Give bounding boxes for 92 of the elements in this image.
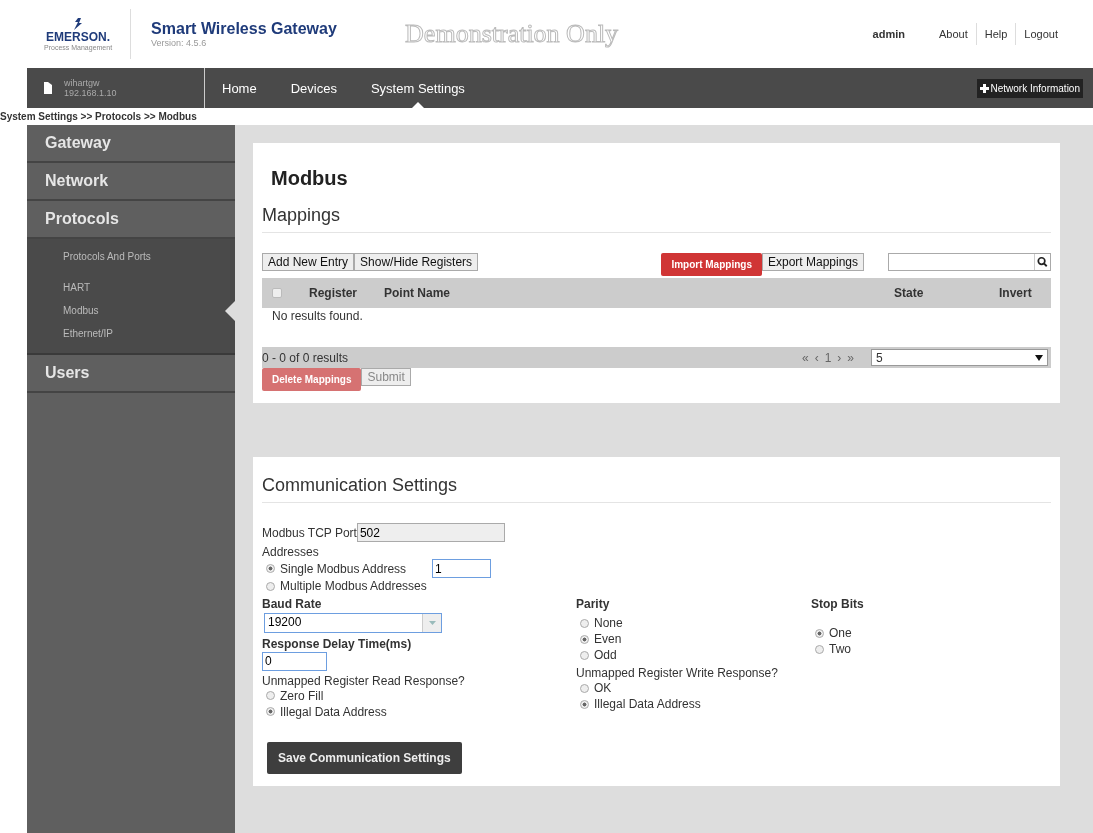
radio-button[interactable] — [580, 618, 589, 628]
radio-button[interactable] — [580, 650, 589, 660]
radio-option[interactable]: Illegal Data Address — [576, 696, 811, 712]
brand-name: EMERSON. — [46, 29, 111, 44]
column-header[interactable]: State — [886, 286, 991, 300]
port-field[interactable]: 502 — [356, 523, 505, 542]
submenu-item[interactable]: Protocols And Ports — [27, 245, 235, 268]
radio-option[interactable]: One — [811, 625, 864, 641]
toolbar-button[interactable]: Add New Entry — [262, 253, 355, 271]
radio-button[interactable] — [580, 634, 589, 644]
header-link[interactable]: Logout — [1015, 23, 1066, 45]
radio-button[interactable] — [580, 683, 589, 693]
field-label: Addresses — [262, 545, 320, 559]
nav-tab[interactable]: Home — [205, 68, 274, 108]
search-field[interactable] — [888, 253, 1051, 271]
delay-field[interactable]: 0 — [262, 651, 327, 671]
results-summary: 0 - 0 of 0 results — [262, 350, 350, 365]
radio-label: Illegal Data Address — [280, 704, 387, 719]
search-icon[interactable] — [1034, 254, 1050, 270]
pager-link[interactable]: « — [801, 350, 809, 365]
column-header[interactable]: Register — [301, 286, 376, 300]
radio-option[interactable]: Even — [576, 631, 811, 647]
version-text: Version: 4.5.6 — [151, 38, 208, 48]
radio-option[interactable]: Single Modbus Address — [262, 560, 432, 577]
radio-label: Odd — [594, 648, 617, 662]
radio-button[interactable] — [580, 699, 589, 709]
address-field[interactable]: 1 — [432, 559, 491, 578]
import-button[interactable]: Import Mappings — [661, 253, 762, 276]
radio-button[interactable] — [815, 628, 824, 638]
section-title: Communication Settings — [262, 475, 1051, 503]
field-label: Unmapped Register Write Response? — [576, 666, 779, 680]
page-size-select[interactable]: 5 — [871, 349, 1048, 366]
host-ip: 192.168.1.10 — [64, 88, 117, 98]
radio-option[interactable]: Odd — [576, 647, 811, 663]
radio-option[interactable]: None — [576, 615, 811, 631]
pager-link[interactable]: » — [847, 350, 854, 365]
radio-label: Single Modbus Address — [280, 561, 407, 576]
field-label: Baud Rate — [262, 597, 323, 611]
radio-option[interactable]: Illegal Data Address — [262, 703, 576, 720]
nav-tab[interactable]: Devices — [273, 68, 354, 108]
radio-label: Two — [829, 642, 851, 656]
radio-button[interactable] — [266, 581, 275, 591]
radio-label: None — [594, 616, 623, 630]
submenu-item[interactable]: Modbus — [27, 299, 235, 322]
radio-label: OK — [594, 681, 612, 695]
submenu-item[interactable]: Ethernet/IP — [27, 322, 235, 345]
network-info-button[interactable]: Network Information — [976, 78, 1083, 98]
radio-button[interactable] — [266, 691, 275, 700]
device-icon — [44, 82, 52, 94]
field-label: Unmapped Register Read Response? — [262, 673, 466, 688]
column-header[interactable]: Invert — [991, 286, 1051, 300]
pager-link[interactable]: ‹ — [814, 350, 819, 365]
demo-notice-text: Demonstration Only — [405, 19, 620, 49]
field-label: Parity — [576, 597, 611, 611]
caret-icon — [428, 621, 436, 625]
username: admin — [872, 28, 905, 40]
nav-tab[interactable]: System Settings — [353, 68, 482, 108]
select-all-checkbox[interactable] — [272, 288, 282, 298]
submenu-item[interactable]: HART — [27, 276, 235, 299]
radio-label: Illegal Data Address — [594, 697, 701, 711]
host-name: wihartgw — [64, 78, 101, 88]
dropdown-icon — [1035, 354, 1043, 361]
header-link[interactable]: About — [930, 23, 976, 45]
baud-rate-select[interactable]: 19200 — [264, 613, 442, 633]
toolbar-button[interactable]: Show/Hide Registers — [354, 253, 479, 271]
radio-label: Zero Fill — [280, 688, 324, 703]
plus-icon — [979, 83, 989, 93]
radio-option[interactable]: Multiple Modbus Addresses — [262, 578, 1051, 594]
header-link[interactable]: Help — [975, 23, 1016, 45]
field-label: Response Delay Time(ms) — [262, 637, 413, 651]
radio-label: Even — [594, 632, 622, 646]
pager-link[interactable]: › — [837, 350, 842, 365]
radio-button[interactable] — [266, 707, 275, 716]
save-button[interactable]: Save Communication Settings — [267, 741, 462, 774]
radio-button[interactable] — [266, 564, 275, 573]
empty-message: No results found. — [271, 308, 364, 325]
pager-link[interactable]: 1 — [824, 350, 832, 365]
radio-option[interactable]: Two — [811, 641, 864, 657]
logo-mark-icon — [73, 17, 84, 30]
page-title: Modbus — [271, 167, 349, 190]
radio-label: One — [829, 626, 852, 640]
radio-button[interactable] — [815, 644, 824, 654]
radio-option[interactable]: OK — [576, 680, 811, 696]
radio-label: Multiple Modbus Addresses — [280, 579, 427, 593]
breadcrumb: System Settings >> Protocols >> Modbus — [0, 110, 198, 124]
section-title: Mappings — [262, 205, 1051, 233]
column-header[interactable]: Point Name — [376, 286, 886, 300]
field-label: Modbus TCP Port — [262, 525, 357, 540]
field-label: Stop Bits — [811, 597, 864, 611]
radio-option[interactable]: Zero Fill — [262, 687, 576, 704]
app-title: Smart Wireless Gateway — [151, 20, 338, 38]
export-button[interactable]: Export Mappings — [761, 253, 864, 271]
